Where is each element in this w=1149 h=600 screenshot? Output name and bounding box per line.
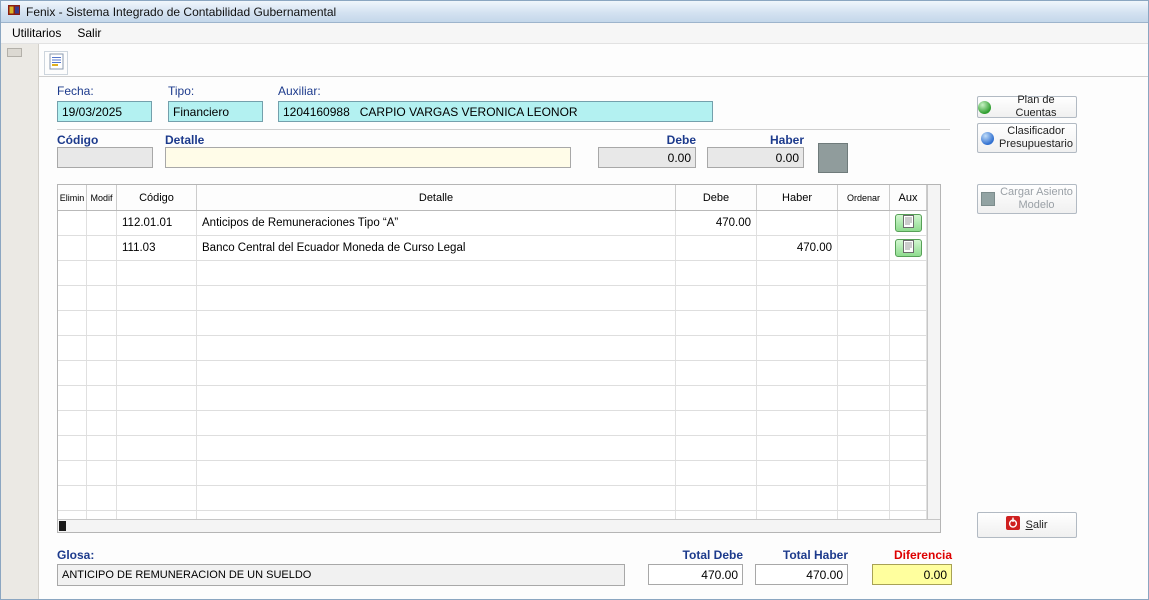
- page-icon: [903, 215, 914, 231]
- diferencia-label: Diferencia: [872, 548, 952, 562]
- horizontal-scrollbar[interactable]: [58, 519, 940, 532]
- plan-de-cuentas-label: Plan de Cuentas: [996, 94, 1076, 119]
- main-panel: Fecha: Tipo: Auxiliar: 19/03/2025 Financ…: [39, 44, 1148, 600]
- table-rows: 112.01.01 Anticipos de Remuneraciones Ti…: [58, 211, 927, 519]
- diferencia-field: 0.00: [872, 564, 952, 585]
- cell-ordenar: [838, 211, 890, 235]
- cell-aux: [890, 211, 927, 235]
- table-empty-row: [58, 261, 927, 286]
- cell-detalle: Anticipos de Remuneraciones Tipo “A”: [197, 211, 676, 235]
- aux-button[interactable]: [895, 239, 922, 257]
- blue-sphere-icon: [981, 132, 994, 145]
- tipo-label: Tipo:: [168, 84, 194, 98]
- clasificador-label-line2: Presupuestario: [999, 138, 1073, 151]
- debe-label: Debe: [598, 133, 696, 147]
- table-empty-row: [58, 286, 927, 311]
- left-panel: [1, 44, 39, 600]
- green-sphere-icon: [978, 101, 991, 114]
- glosa-field[interactable]: ANTICIPO DE REMUNERACION DE UN SUELDO: [57, 564, 625, 586]
- header-detalle: Detalle: [197, 185, 676, 210]
- entries-table: Elimin Modif Código Detalle Debe Haber O…: [57, 184, 941, 533]
- table-row: 111.03 Banco Central del Ecuador Moneda …: [58, 236, 927, 261]
- aux-button[interactable]: [895, 214, 922, 232]
- document-icon: [49, 53, 64, 73]
- cell-haber: [757, 211, 838, 235]
- total-haber-field: 470.00: [755, 564, 848, 585]
- header-modif: Modif: [87, 185, 117, 210]
- cell-elimin[interactable]: [58, 211, 87, 235]
- total-debe-field: 470.00: [648, 564, 743, 585]
- codigo-entry-field[interactable]: [57, 147, 153, 168]
- new-entry-button[interactable]: [44, 51, 68, 75]
- horizontal-scrollbar-thumb[interactable]: [59, 521, 66, 531]
- app-window: Fenix - Sistema Integrado de Contabilida…: [0, 0, 1149, 600]
- header-codigo: Código: [117, 185, 197, 210]
- window-title: Fenix - Sistema Integrado de Contabilida…: [26, 5, 336, 19]
- titlebar: Fenix - Sistema Integrado de Contabilida…: [1, 1, 1148, 23]
- cell-codigo: 112.01.01: [117, 211, 197, 235]
- header-aux: Aux: [890, 185, 927, 210]
- cell-haber: 470.00: [757, 236, 838, 260]
- cargar-label-line1: Cargar Asiento: [1000, 186, 1073, 199]
- power-icon: [1006, 516, 1020, 534]
- total-debe-label: Total Debe: [648, 548, 743, 562]
- header-haber: Haber: [757, 185, 838, 210]
- vertical-scrollbar[interactable]: [927, 185, 940, 519]
- cell-debe: 470.00: [676, 211, 757, 235]
- table-empty-row: [58, 486, 927, 511]
- table-empty-row: [58, 511, 927, 519]
- haber-label: Haber: [707, 133, 804, 147]
- menubar: Utilitarios Salir: [1, 23, 1148, 44]
- table-empty-row: [58, 361, 927, 386]
- header-debe: Debe: [676, 185, 757, 210]
- table-empty-row: [58, 311, 927, 336]
- app-icon: [7, 3, 21, 20]
- cargar-asiento-modelo-button[interactable]: Cargar Asiento Modelo: [977, 184, 1077, 214]
- menu-salir[interactable]: Salir: [69, 24, 109, 42]
- cell-detalle: Banco Central del Ecuador Moneda de Curs…: [197, 236, 676, 260]
- cargar-label-line2: Modelo: [1000, 199, 1073, 212]
- glosa-label: Glosa:: [57, 548, 94, 562]
- table-empty-row: [58, 436, 927, 461]
- form-divider: [57, 129, 950, 130]
- menu-utilitarios[interactable]: Utilitarios: [4, 24, 69, 42]
- detalle-entry-field[interactable]: [165, 147, 571, 168]
- cell-aux: [890, 236, 927, 260]
- auxiliar-label: Auxiliar:: [278, 84, 321, 98]
- cell-modif[interactable]: [87, 236, 117, 260]
- salir-label: Salir: [1025, 519, 1047, 532]
- debe-entry-field[interactable]: 0.00: [598, 147, 696, 168]
- salir-button[interactable]: Salir: [977, 512, 1077, 538]
- table-empty-row: [58, 386, 927, 411]
- haber-entry-field[interactable]: 0.00: [707, 147, 804, 168]
- cell-debe: [676, 236, 757, 260]
- cell-ordenar: [838, 236, 890, 260]
- entry-action-button[interactable]: [818, 143, 848, 173]
- total-haber-label: Total Haber: [755, 548, 848, 562]
- cell-modif[interactable]: [87, 211, 117, 235]
- table-header: Elimin Modif Código Detalle Debe Haber O…: [58, 185, 927, 211]
- panel-handle[interactable]: [7, 48, 22, 57]
- header-ordenar: Ordenar: [838, 185, 890, 210]
- table-empty-row: [58, 411, 927, 436]
- page-icon: [903, 240, 914, 256]
- fecha-label: Fecha:: [57, 84, 94, 98]
- clasificador-label-line1: Clasificador: [999, 125, 1073, 138]
- plan-de-cuentas-button[interactable]: Plan de Cuentas: [977, 96, 1077, 118]
- detalle-label: Detalle: [165, 133, 204, 147]
- table-empty-row: [58, 336, 927, 361]
- toolbar-divider: [39, 76, 1149, 77]
- model-icon: [981, 192, 995, 206]
- table-empty-row: [58, 461, 927, 486]
- codigo-label: Código: [57, 133, 98, 147]
- header-elimin: Elimin: [58, 185, 87, 210]
- cell-elimin[interactable]: [58, 236, 87, 260]
- auxiliar-field[interactable]: 1204160988 CARPIO VARGAS VERONICA LEONOR: [278, 101, 713, 122]
- table-row: 112.01.01 Anticipos de Remuneraciones Ti…: [58, 211, 927, 236]
- cell-codigo: 111.03: [117, 236, 197, 260]
- tipo-field[interactable]: Financiero: [168, 101, 263, 122]
- clasificador-presupuestario-button[interactable]: Clasificador Presupuestario: [977, 123, 1077, 153]
- fecha-field[interactable]: 19/03/2025: [57, 101, 152, 122]
